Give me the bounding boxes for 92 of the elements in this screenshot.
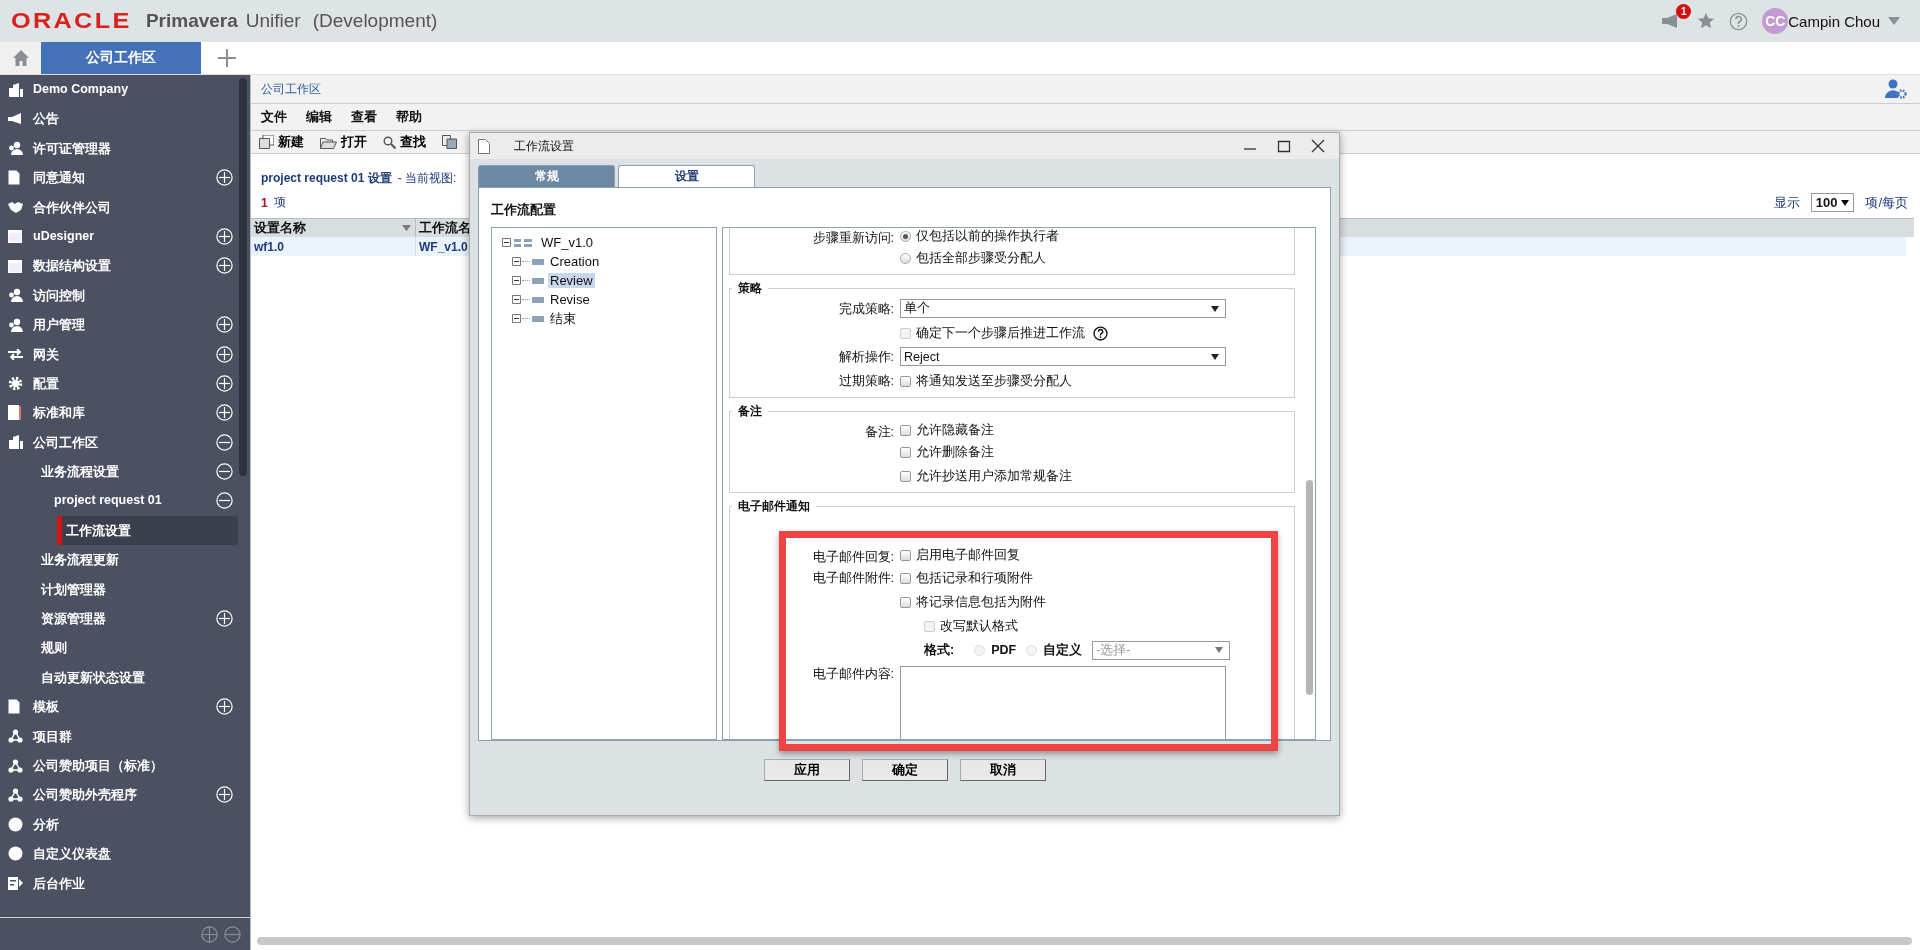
dropdown[interactable]: 单个	[900, 299, 1226, 318]
current-view-label: - 当前视图:	[397, 170, 457, 187]
option-label: PDF	[991, 643, 1017, 657]
sidebar-item[interactable]: 资源管理器	[41, 611, 106, 629]
sidebar-item[interactable]: 规则	[41, 640, 67, 658]
dialog-button[interactable]: 确定	[861, 759, 948, 781]
dropdown[interactable]: Reject	[900, 347, 1226, 366]
sidebar-item[interactable]: 合作伙伴公司	[33, 199, 111, 217]
option-label: 自定义	[1043, 641, 1083, 659]
dialog-tab[interactable]: 设置	[618, 165, 755, 187]
sidebar-item[interactable]: 工作流设置	[66, 522, 131, 540]
menu-item[interactable]: 编辑	[306, 108, 332, 126]
sidebar-item[interactable]: 后台作业	[33, 875, 85, 893]
sidebar-item[interactable]: 分析	[33, 816, 59, 834]
sidebar-item[interactable]: project request 01	[54, 493, 162, 508]
field-label: 完成策略:	[838, 302, 894, 316]
group-title: 电子邮件通知	[737, 498, 811, 515]
field-label: 步骤重新访问:	[812, 231, 894, 245]
sidebar-item[interactable]: 同意通知	[33, 170, 85, 188]
option-label: 允许删除备注	[916, 443, 994, 461]
sidebar-item[interactable]: 业务流程设置	[41, 464, 119, 482]
sidebar-item[interactable]: 公司赞助外壳程序	[33, 787, 137, 805]
item-count-unit: 项	[273, 194, 286, 211]
user-name[interactable]: Campin Chou	[1788, 12, 1880, 30]
toolbar-button[interactable]: 新建	[259, 133, 308, 151]
field-label: 电子邮件附件:	[812, 571, 894, 585]
group-title: 备注	[737, 403, 763, 420]
page-size-unit: 项/每页	[1865, 193, 1908, 212]
option-label: 仅包括以前的操作执行者	[916, 228, 1059, 245]
menu-item[interactable]: 查看	[351, 108, 377, 126]
field-label: 格式:	[924, 641, 955, 659]
sidebar-item[interactable]: 自定义仪表盘	[33, 846, 111, 864]
tree-node[interactable]: Review	[548, 273, 595, 288]
page-title: project request 01 设置	[261, 170, 392, 187]
sidebar-item[interactable]: 数据结构设置	[33, 258, 111, 276]
group-title: 策略	[737, 280, 763, 297]
sidebar-item[interactable]: 公司工作区	[33, 434, 98, 452]
field-label: 备注:	[864, 425, 894, 439]
sidebar-item[interactable]: 许可证管理器	[33, 140, 111, 158]
environment-label: (Development)	[312, 10, 438, 32]
section-title: 工作流配置	[490, 201, 557, 219]
dialog-tab[interactable]: 常规	[478, 165, 615, 187]
field-label: 解析操作:	[838, 350, 894, 364]
brand-logo: ORACLE	[11, 8, 132, 34]
option-label: 包括记录和行项附件	[916, 569, 1033, 587]
item-count: 1	[261, 195, 268, 210]
sidebar-item[interactable]: 访问控制	[33, 287, 85, 305]
toolbar-button[interactable]: 打开	[320, 133, 371, 151]
dialog-button[interactable]: 取消	[959, 759, 1046, 781]
sidebar-item[interactable]: 模板	[33, 699, 59, 717]
tree-node[interactable]: WF_v1.0	[539, 235, 595, 250]
sidebar-item[interactable]: 计划管理器	[41, 581, 106, 599]
breadcrumb: 公司工作区	[261, 80, 321, 98]
sidebar-item[interactable]: 公告	[33, 111, 59, 129]
dialog-title: 工作流设置	[514, 137, 574, 155]
sidebar-item[interactable]: 业务流程更新	[41, 552, 119, 570]
field-label: 过期策略:	[838, 374, 894, 388]
workspace-tab[interactable]: 公司工作区	[41, 42, 201, 74]
option-label: 确定下一个步骤后推进工作流	[916, 324, 1085, 342]
table-cell-text: WF_v1.0	[418, 238, 468, 256]
sidebar-item[interactable]: 公司赞助项目（标准）	[33, 758, 163, 775]
field-label: 电子邮件回复:	[812, 550, 894, 564]
option-label: 改写默认格式	[940, 617, 1018, 635]
menu-item[interactable]: 文件	[261, 108, 287, 126]
sidebar-item[interactable]: 自动更新状态设置	[41, 669, 145, 687]
module-name: Unifier	[245, 10, 301, 32]
product-name: Primavera	[145, 10, 238, 32]
option-label: 允许隐藏备注	[916, 421, 994, 439]
sidebar-item[interactable]: 网关	[33, 346, 59, 364]
dialog-button[interactable]: 应用	[763, 759, 850, 781]
sidebar-item[interactable]: Demo Company	[33, 82, 129, 96]
field-label: 电子邮件内容:	[812, 667, 894, 681]
table-cell: wf1.0	[251, 237, 416, 256]
option-label: 将记录信息包括为附件	[916, 593, 1046, 611]
option-label: 将通知发送至步骤受分配人	[916, 372, 1072, 390]
tree-node[interactable]: 结束	[548, 309, 578, 328]
sidebar-item[interactable]: uDesigner	[33, 228, 95, 243]
menu-item[interactable]: 帮助	[396, 108, 422, 126]
tree-node[interactable]: Creation	[548, 254, 602, 269]
option-label: 启用电子邮件回复	[916, 546, 1020, 564]
tree-node[interactable]: Revise	[548, 292, 592, 307]
sidebar-item[interactable]: 标准和库	[33, 405, 85, 423]
option-label: 包括全部步骤受分配人	[916, 249, 1046, 267]
sidebar-item[interactable]: 用户管理	[33, 317, 85, 335]
page-size-dropdown[interactable]: 100	[1810, 193, 1855, 212]
sidebar-item[interactable]: 项目群	[33, 728, 72, 746]
column-header[interactable]: 工作流名	[416, 219, 471, 237]
toolbar-button[interactable]: 查找	[383, 133, 430, 151]
option-label: 允许抄送用户添加常规备注	[916, 467, 1072, 485]
sidebar-item[interactable]: 配置	[33, 375, 59, 393]
notification-badge: 1	[1676, 4, 1692, 19]
page-size-label: 显示	[1773, 193, 1800, 212]
